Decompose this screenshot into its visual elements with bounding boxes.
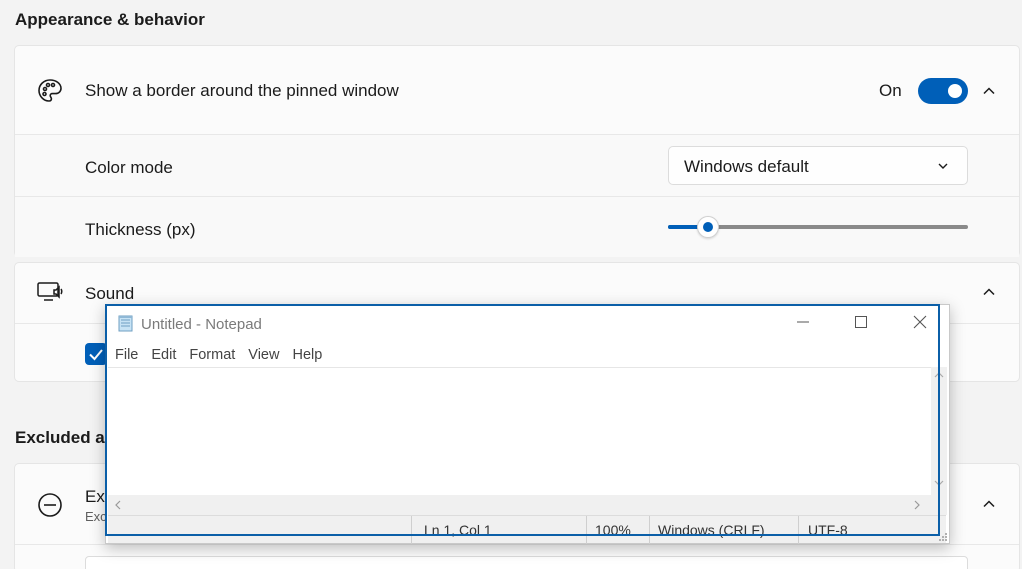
notepad-text-area[interactable] — [108, 367, 931, 495]
menu-edit[interactable]: Edit — [151, 347, 176, 363]
notepad-window[interactable]: Untitled - Notepad File Edit Format View… — [105, 304, 950, 544]
appearance-card: Show a border around the pinned window O… — [14, 45, 1020, 257]
status-separator — [649, 516, 650, 544]
status-separator — [586, 516, 587, 544]
section-title-appearance: Appearance & behavior — [15, 10, 205, 29]
notepad-statusbar: Ln 1, Col 1 100% Windows (CRLF) UTF-8 — [108, 515, 946, 544]
sound-checkbox[interactable] — [85, 343, 107, 365]
section-title-excluded: Excluded ap — [15, 428, 116, 447]
monitor-sound-icon — [37, 281, 65, 308]
thickness-row: Thickness (px) — [15, 197, 1019, 257]
excluded-app-input[interactable] — [85, 556, 968, 569]
status-separator — [411, 516, 412, 544]
menu-view[interactable]: View — [248, 347, 279, 363]
color-mode-label: Color mode — [85, 158, 173, 177]
vertical-scrollbar[interactable] — [931, 367, 947, 515]
color-mode-value: Windows default — [684, 157, 809, 176]
thickness-label: Thickness (px) — [85, 220, 196, 239]
status-position: Ln 1, Col 1 — [424, 522, 492, 538]
chevron-down-icon — [938, 163, 948, 169]
resize-grip-icon[interactable] — [938, 532, 948, 542]
scroll-left-icon[interactable] — [114, 500, 122, 510]
check-icon — [89, 349, 103, 361]
thickness-slider-thumb[interactable] — [697, 216, 719, 238]
menu-file[interactable]: File — [115, 347, 138, 363]
horizontal-scrollbar[interactable] — [108, 495, 931, 515]
notepad-menubar: File Edit Format View Help — [115, 347, 322, 363]
color-mode-dropdown[interactable]: Windows default — [668, 146, 968, 185]
scroll-down-icon[interactable] — [934, 479, 944, 487]
status-encoding: UTF-8 — [808, 522, 848, 538]
border-setting-row[interactable]: Show a border around the pinned window O… — [15, 46, 1019, 134]
close-icon[interactable] — [913, 315, 927, 334]
border-toggle[interactable] — [918, 78, 968, 104]
minimize-icon[interactable] — [796, 315, 810, 334]
menu-format[interactable]: Format — [189, 347, 235, 363]
block-icon — [37, 492, 63, 523]
scroll-up-icon[interactable] — [934, 371, 944, 379]
excluded-row-subtitle: Exc — [85, 509, 107, 524]
color-mode-row: Color mode Windows default — [15, 135, 1019, 196]
scroll-right-icon[interactable] — [913, 500, 921, 510]
notepad-icon — [117, 314, 135, 337]
chevron-up-icon[interactable] — [982, 497, 996, 511]
notepad-title: Untitled - Notepad — [141, 316, 262, 333]
palette-icon — [37, 78, 63, 109]
menu-help[interactable]: Help — [292, 347, 322, 363]
divider — [15, 544, 1019, 545]
border-setting-label: Show a border around the pinned window — [85, 81, 399, 100]
toggle-state-label: On — [879, 81, 902, 100]
status-zoom: 100% — [595, 522, 631, 538]
sound-label: Sound — [85, 284, 135, 303]
chevron-up-icon[interactable] — [982, 285, 996, 299]
status-separator — [798, 516, 799, 544]
chevron-up-icon[interactable] — [982, 84, 996, 98]
status-line-ending: Windows (CRLF) — [658, 522, 765, 538]
maximize-icon[interactable] — [854, 315, 868, 334]
